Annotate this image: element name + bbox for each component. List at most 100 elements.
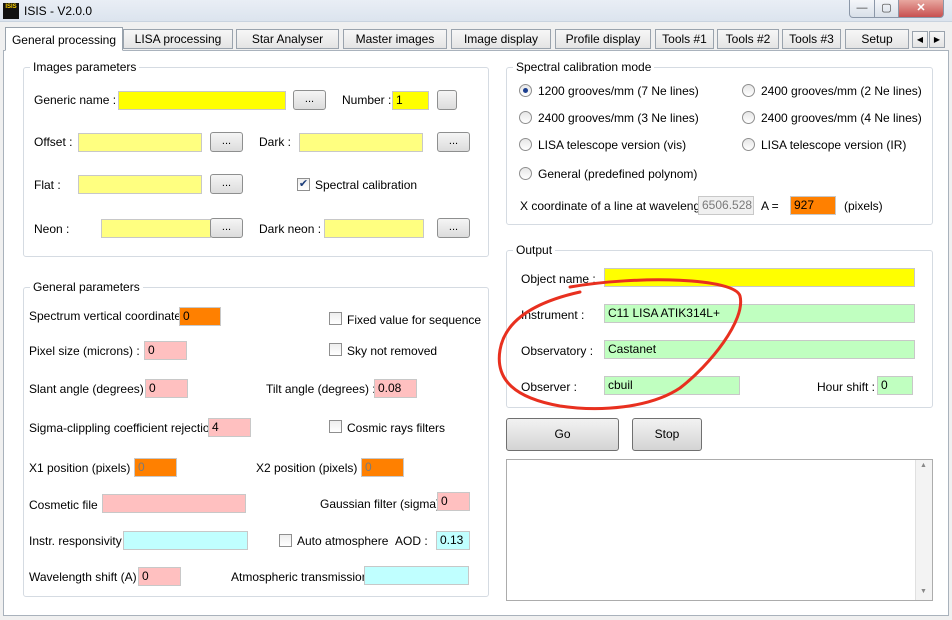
- spectral-calibration-label: Spectral calibration: [315, 178, 418, 192]
- group-title: General parameters: [30, 280, 143, 294]
- general-parameters-group: General parameters: [23, 280, 489, 597]
- tab-scroll-left-icon[interactable]: ◀: [912, 31, 928, 48]
- tab-star-analyser[interactable]: Star Analyser: [236, 29, 339, 49]
- log-scrollbar[interactable]: ▲ ▼: [915, 460, 932, 600]
- sky-not-removed-checkbox[interactable]: [329, 343, 342, 356]
- radio-2400-3ne[interactable]: [519, 111, 532, 124]
- radio-lisa-ir[interactable]: [742, 138, 755, 151]
- tab-tools-2[interactable]: Tools #2: [717, 29, 779, 49]
- annotation-circle: [497, 278, 743, 411]
- gaussian-filter-input[interactable]: 0: [437, 492, 470, 511]
- radio-1200-7ne-label: 1200 grooves/mm (7 Ne lines): [538, 84, 699, 98]
- title-bar: ISIS ISIS - V2.0.0 — ▢ ✕: [0, 0, 952, 22]
- tab-image-display[interactable]: Image display: [451, 29, 551, 49]
- tab-general-processing[interactable]: General processing: [5, 27, 123, 51]
- spectrum-vertical-input[interactable]: 0: [179, 307, 221, 326]
- dark-input[interactable]: [299, 133, 423, 152]
- maximize-button[interactable]: ▢: [874, 0, 899, 18]
- cosmetic-file-label: Cosmetic file :: [29, 498, 105, 512]
- offset-input[interactable]: [78, 133, 202, 152]
- sigma-clipping-input[interactable]: 4: [208, 418, 251, 437]
- instr-responsivity-input[interactable]: [123, 531, 248, 550]
- spectral-calibration-checkbox[interactable]: ✔: [297, 178, 310, 191]
- number-input[interactable]: 1: [392, 91, 429, 110]
- pixels-unit-label: (pixels): [844, 199, 883, 213]
- tab-setup[interactable]: Setup: [845, 29, 909, 49]
- xcoord-label: X coordinate of a line at wavelength: [520, 199, 711, 213]
- dark-neon-input[interactable]: [324, 219, 424, 238]
- pixels-input[interactable]: 927: [790, 196, 836, 215]
- dark-browse-button[interactable]: ...: [437, 132, 470, 152]
- close-button[interactable]: ✕: [898, 0, 944, 18]
- x1-position-label: X1 position (pixels) :: [29, 461, 138, 475]
- cosmetic-file-input[interactable]: [102, 494, 246, 513]
- a-equals-label: A =: [761, 199, 779, 213]
- flat-label: Flat :: [34, 178, 61, 192]
- flat-browse-button[interactable]: ...: [210, 174, 243, 194]
- dark-label: Dark :: [259, 135, 292, 149]
- slant-angle-input[interactable]: 0: [145, 379, 188, 398]
- neon-label: Neon :: [34, 222, 70, 236]
- generic-name-input[interactable]: [118, 91, 286, 110]
- scroll-down-icon[interactable]: ▼: [920, 588, 927, 595]
- tilt-angle-input[interactable]: 0.08: [374, 379, 417, 398]
- go-button[interactable]: Go: [506, 418, 619, 451]
- scroll-up-icon[interactable]: ▲: [920, 462, 927, 469]
- pixel-size-label: Pixel size (microns) :: [29, 344, 140, 358]
- x1-position-input[interactable]: 0: [134, 458, 177, 477]
- radio-lisa-vis-label: LISA telescope version (vis): [538, 138, 687, 152]
- auto-atmosphere-checkbox[interactable]: [279, 534, 292, 547]
- flat-input[interactable]: [78, 175, 202, 194]
- tab-tools-3[interactable]: Tools #3: [782, 29, 841, 49]
- tab-lisa-processing[interactable]: LISA processing: [123, 29, 233, 49]
- pixel-size-input[interactable]: 0: [144, 341, 187, 360]
- radio-1200-7ne[interactable]: [519, 84, 532, 97]
- tab-profile-display[interactable]: Profile display: [555, 29, 651, 49]
- aod-label: AOD :: [395, 534, 428, 548]
- window-title: ISIS - V2.0.0: [24, 4, 93, 18]
- stop-button[interactable]: Stop: [632, 418, 702, 451]
- atmospheric-transmission-input[interactable]: [364, 566, 469, 585]
- group-title: Spectral calibration mode: [513, 60, 655, 74]
- instr-responsivity-label: Instr. responsivity :: [29, 534, 129, 548]
- annotation-stroke: [497, 278, 743, 411]
- aod-input[interactable]: 0.13: [436, 531, 470, 550]
- x2-position-label: X2 position (pixels) :: [256, 461, 365, 475]
- group-title: Images parameters: [30, 60, 140, 74]
- hour-shift-input[interactable]: 0: [877, 376, 913, 395]
- minimize-button[interactable]: —: [849, 0, 875, 18]
- neon-browse-button[interactable]: ...: [210, 218, 243, 238]
- auto-atmosphere-label: Auto atmosphere: [297, 534, 389, 548]
- wavelength-shift-input[interactable]: 0: [138, 567, 181, 586]
- dark-neon-browse-button[interactable]: ...: [437, 218, 470, 238]
- radio-lisa-ir-label: LISA telescope version (IR): [761, 138, 907, 152]
- sigma-clipping-label: Sigma-clippling coefficient rejection :: [29, 421, 223, 435]
- x2-position-input[interactable]: 0: [361, 458, 404, 477]
- atmospheric-transmission-label: Atmospheric transmission :: [231, 570, 376, 584]
- dark-neon-label: Dark neon :: [259, 222, 322, 236]
- cosmic-rays-checkbox[interactable]: [329, 420, 342, 433]
- number-label: Number :: [342, 93, 392, 107]
- neon-input[interactable]: [101, 219, 211, 238]
- radio-general-polynom[interactable]: [519, 167, 532, 180]
- offset-browse-button[interactable]: ...: [210, 132, 243, 152]
- radio-lisa-vis[interactable]: [519, 138, 532, 151]
- generic-name-label: Generic name :: [34, 93, 117, 107]
- app-icon: ISIS: [3, 3, 19, 19]
- fixed-value-checkbox[interactable]: [329, 312, 342, 325]
- gaussian-filter-label: Gaussian filter (sigma) :: [320, 497, 447, 511]
- log-textarea[interactable]: ▲ ▼: [506, 459, 933, 601]
- radio-2400-4ne[interactable]: [742, 111, 755, 124]
- offset-label: Offset :: [34, 135, 73, 149]
- generic-name-browse-button[interactable]: ...: [293, 90, 326, 110]
- tab-scroll-right-icon[interactable]: ▶: [929, 31, 945, 48]
- number-button[interactable]: [437, 90, 457, 110]
- tab-master-images[interactable]: Master images: [343, 29, 447, 49]
- wavelength-input[interactable]: 6506.528: [698, 196, 754, 215]
- hour-shift-label: Hour shift :: [817, 380, 876, 394]
- fixed-value-label: Fixed value for sequence: [347, 313, 482, 327]
- wavelength-shift-label: Wavelength shift (A) :: [29, 570, 144, 584]
- tab-tools-1[interactable]: Tools #1: [655, 29, 714, 49]
- radio-2400-2ne[interactable]: [742, 84, 755, 97]
- radio-2400-2ne-label: 2400 grooves/mm (2 Ne lines): [761, 84, 922, 98]
